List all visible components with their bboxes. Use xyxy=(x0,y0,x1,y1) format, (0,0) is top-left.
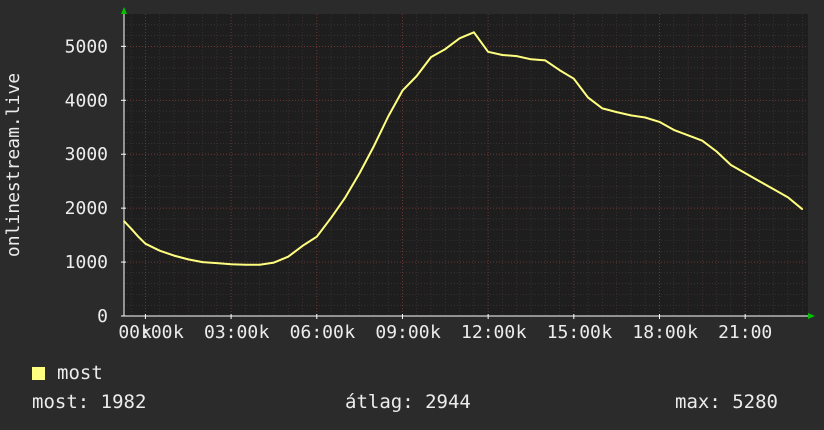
data-point xyxy=(544,59,547,62)
data-point xyxy=(601,107,604,110)
data-point xyxy=(230,263,232,266)
y-tick-label: 0 xyxy=(97,306,108,327)
data-point xyxy=(558,69,561,71)
x-tick-label: 00:00 xyxy=(118,322,172,340)
data-point xyxy=(473,31,475,34)
data-point xyxy=(530,58,532,61)
y-axis-label: onlinestream.live xyxy=(3,73,24,257)
data-point xyxy=(715,150,718,153)
y-axis-arrow xyxy=(121,7,127,14)
data-point xyxy=(173,254,175,257)
data-point xyxy=(401,89,404,92)
data-point xyxy=(273,261,275,264)
x-axis-arrow xyxy=(808,313,815,319)
data-point xyxy=(216,262,218,264)
data-point xyxy=(258,263,261,266)
data-point xyxy=(730,164,732,166)
y-tick-label: 3000 xyxy=(65,144,108,165)
x-tick-label: 21:00 xyxy=(718,322,772,340)
data-point xyxy=(415,75,418,77)
data-point xyxy=(430,56,432,58)
x-tick-suffix-label: k xyxy=(516,322,527,340)
data-point xyxy=(658,121,661,123)
data-point xyxy=(758,180,761,182)
data-point xyxy=(701,139,704,142)
data-point xyxy=(515,55,518,57)
x-tick-label: 03:00 xyxy=(204,322,258,340)
data-point xyxy=(373,145,375,147)
data-point xyxy=(772,188,775,191)
legend-label: most xyxy=(57,362,103,384)
x-tick-suffix-label: k xyxy=(259,322,270,340)
data-point xyxy=(444,48,447,50)
data-point xyxy=(158,249,161,252)
x-tick-suffix-label: k xyxy=(687,322,698,340)
x-tick-suffix-label: k xyxy=(344,322,355,340)
x-tick-suffix-label: k xyxy=(430,322,441,340)
y-tick-label: 2000 xyxy=(65,198,108,219)
legend-swatch xyxy=(32,366,45,380)
x-tick-label: 06:00 xyxy=(290,322,344,340)
x-tick-label: 09:00 xyxy=(375,322,429,340)
data-point xyxy=(644,116,647,119)
stat-current: most: 1982 xyxy=(32,391,147,413)
data-point xyxy=(187,258,190,261)
chart: 010002000300040005000 k00:00 k 03:00 k 06:00… xyxy=(3,7,815,340)
legend: most xyxy=(32,362,103,384)
y-tick-label: 1000 xyxy=(65,252,108,273)
data-point xyxy=(744,172,746,174)
data-point xyxy=(315,235,318,238)
x-tick-suffix-label: k xyxy=(601,322,612,340)
data-point xyxy=(787,196,789,199)
x-tick-label: 18:00 xyxy=(632,322,686,340)
stat-max: max: 5280 xyxy=(675,391,778,413)
data-point xyxy=(130,227,132,230)
data-point xyxy=(630,114,632,117)
data-point xyxy=(801,208,804,211)
data-point xyxy=(344,196,347,199)
data-point xyxy=(244,263,247,266)
data-point xyxy=(687,134,689,137)
data-point xyxy=(587,96,589,99)
data-point xyxy=(301,245,304,247)
x-tick-labels: k00:00 k 03:00 k 06:00 k 09:00 k 12:00 k 15:00 k 18:… xyxy=(118,322,772,340)
stat-average: átlag: 2944 xyxy=(345,391,471,413)
data-point xyxy=(501,54,504,56)
y-tick-label: 4000 xyxy=(65,90,108,111)
data-point xyxy=(487,50,489,53)
data-point xyxy=(358,172,361,174)
data-point xyxy=(458,37,461,40)
data-point xyxy=(387,115,389,118)
x-tick-suffix-label: k xyxy=(173,322,184,340)
data-point xyxy=(123,220,125,222)
data-point xyxy=(287,255,290,258)
x-tick-label: 12:00 xyxy=(461,322,515,340)
data-point xyxy=(137,235,140,238)
data-point xyxy=(573,77,575,80)
y-tick-label: 5000 xyxy=(65,36,108,57)
data-point xyxy=(615,111,618,113)
data-point xyxy=(201,261,204,263)
x-tick-label: 15:00 xyxy=(547,322,601,340)
data-point xyxy=(672,129,675,131)
data-point xyxy=(144,242,147,245)
y-tick-labels: 0 1000 2000 3000 4000 5000 xyxy=(65,36,108,327)
data-point xyxy=(330,217,332,219)
